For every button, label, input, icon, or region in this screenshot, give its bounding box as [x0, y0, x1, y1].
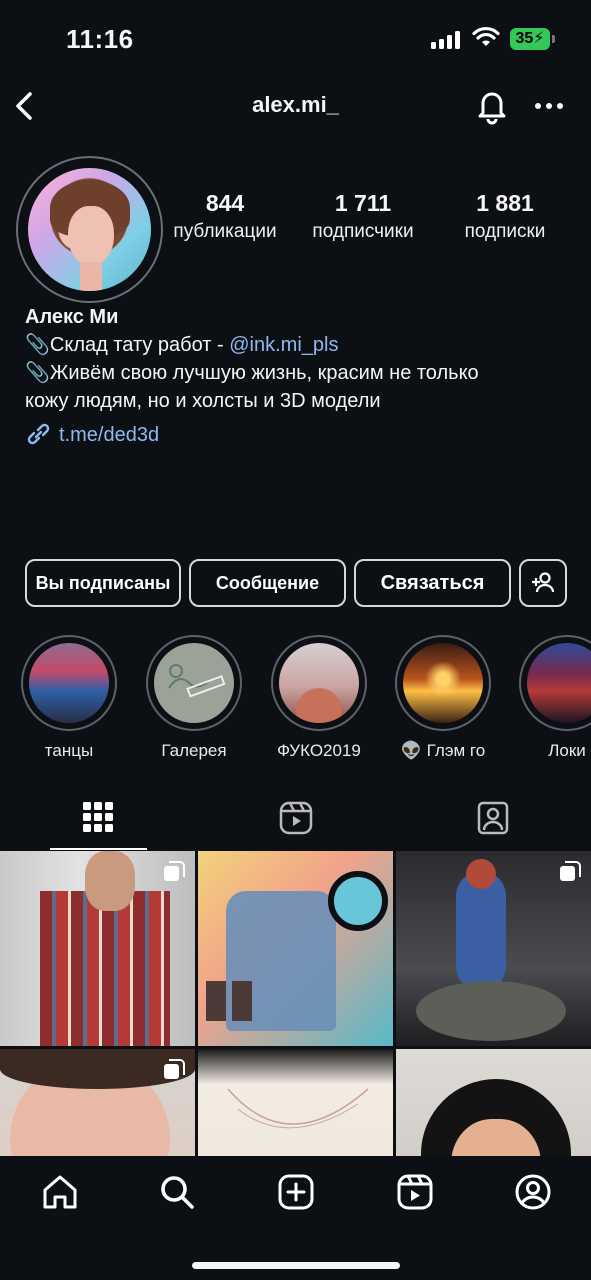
highlight-label: танцы [44, 741, 94, 760]
highlight-cover [279, 643, 359, 723]
stat-followers-label: подписчики [312, 221, 414, 242]
highlight-label: ФУКО2019 [277, 741, 361, 760]
reels-icon[interactable] [395, 1172, 435, 1212]
highlight-dance[interactable]: танцы [20, 635, 118, 761]
bio-line3-text: кожу людям, но и холсты и 3D модели [25, 390, 381, 412]
stat-following-value: 1 881 [476, 190, 534, 216]
multiple-posts-icon [164, 861, 185, 881]
create-icon[interactable] [276, 1172, 316, 1212]
grid-icon [83, 802, 113, 832]
wifi-icon [472, 26, 500, 46]
bell-icon[interactable] [474, 86, 510, 126]
highlight-label: Галерея [161, 741, 227, 760]
paperclip-icon: 📎 [25, 334, 50, 356]
add-person-icon [532, 572, 555, 593]
alien-emoji-icon: 👽 [400, 741, 422, 760]
bio-line: 📎Живём свою лучшую жизнь, красим не толь… [25, 359, 570, 387]
search-icon[interactable] [157, 1172, 197, 1212]
post-thumbnail[interactable] [396, 851, 591, 1046]
stat-followers[interactable]: 1 711 подписчики [298, 190, 428, 243]
bio-line1-text: Склад тату работ - [49, 334, 230, 356]
bottom-navigation [0, 1156, 591, 1280]
multiple-posts-icon [164, 1059, 185, 1079]
message-button[interactable]: Сообщение [189, 559, 346, 607]
highlight-label: 👽 Глэм го [394, 741, 492, 761]
bio-mention-link[interactable]: @ink.mi_pls [229, 334, 338, 356]
profile-link[interactable]: t.me/ded3d [25, 422, 159, 447]
reels-icon [279, 801, 313, 835]
profile-stats: 844 публикации 1 711 подписчики 1 881 по… [160, 190, 570, 250]
highlight-cover [29, 643, 109, 723]
highlight-label: Локи [548, 741, 586, 760]
highlight-loki[interactable]: Локи [518, 635, 591, 761]
stat-following[interactable]: 1 881 подписки [440, 190, 570, 243]
profile-bio: Алекс Ми 📎Склад тату работ - @ink.mi_pls… [25, 303, 570, 415]
tab-tagged[interactable] [394, 790, 591, 850]
stat-following-label: подписки [464, 221, 546, 242]
highlight-glam-go[interactable]: 👽 Глэм го [394, 635, 492, 761]
following-button[interactable]: Вы подписаны [25, 559, 181, 607]
post-thumbnail[interactable] [0, 851, 195, 1046]
home-indicator [192, 1262, 400, 1269]
highlight-cover [403, 643, 483, 723]
highlight-cover [154, 643, 234, 723]
home-icon[interactable] [40, 1172, 80, 1212]
multiple-posts-icon [560, 861, 581, 881]
profile-icon[interactable] [513, 1172, 553, 1212]
profile-name: Алекс Ми [25, 306, 119, 328]
status-bar: 11:16 35⚡ [0, 0, 591, 78]
suggested-people-button[interactable] [519, 559, 567, 607]
stat-followers-value: 1 711 [334, 190, 392, 216]
post-thumbnail[interactable] [396, 1049, 591, 1156]
avatar-image [28, 168, 151, 291]
profile-tabs [0, 790, 591, 850]
profile-header: alex.mi_ [0, 78, 591, 134]
tab-grid[interactable] [0, 790, 197, 850]
highlight-label-text: Глэм го [426, 741, 486, 760]
highlight-cover [527, 643, 591, 723]
battery-level: 35 [515, 30, 534, 47]
post-thumbnail[interactable] [198, 1049, 393, 1156]
highlight-gallery[interactable]: Галерея [145, 635, 243, 761]
contact-button[interactable]: Связаться [354, 559, 511, 607]
paperclip-icon: 📎 [25, 362, 50, 384]
status-time: 11:16 [66, 24, 134, 54]
tab-reels[interactable] [197, 790, 394, 850]
stat-posts-value: 844 [205, 190, 245, 216]
bio-line: 📎Склад тату работ - @ink.mi_pls [25, 331, 570, 359]
tagged-person-icon [477, 801, 509, 835]
active-tab-indicator [50, 848, 147, 850]
battery-icon: 35⚡ [510, 28, 555, 50]
cellular-signal-icon [431, 31, 461, 49]
profile-avatar[interactable] [16, 156, 163, 303]
stat-posts[interactable]: 844 публикации [160, 190, 290, 243]
profile-link-text: t.me/ded3d [59, 424, 160, 446]
highlight-fuko2019[interactable]: ФУКО2019 [270, 635, 368, 761]
stat-posts-label: публикации [173, 221, 277, 242]
link-icon [27, 423, 50, 445]
posts-grid [0, 851, 591, 1156]
more-icon[interactable] [532, 92, 566, 120]
bio-line2-text: Живём свою лучшую жизнь, красим не тольк… [49, 362, 479, 384]
post-thumbnail[interactable] [198, 851, 393, 1046]
post-thumbnail[interactable] [0, 1049, 195, 1156]
